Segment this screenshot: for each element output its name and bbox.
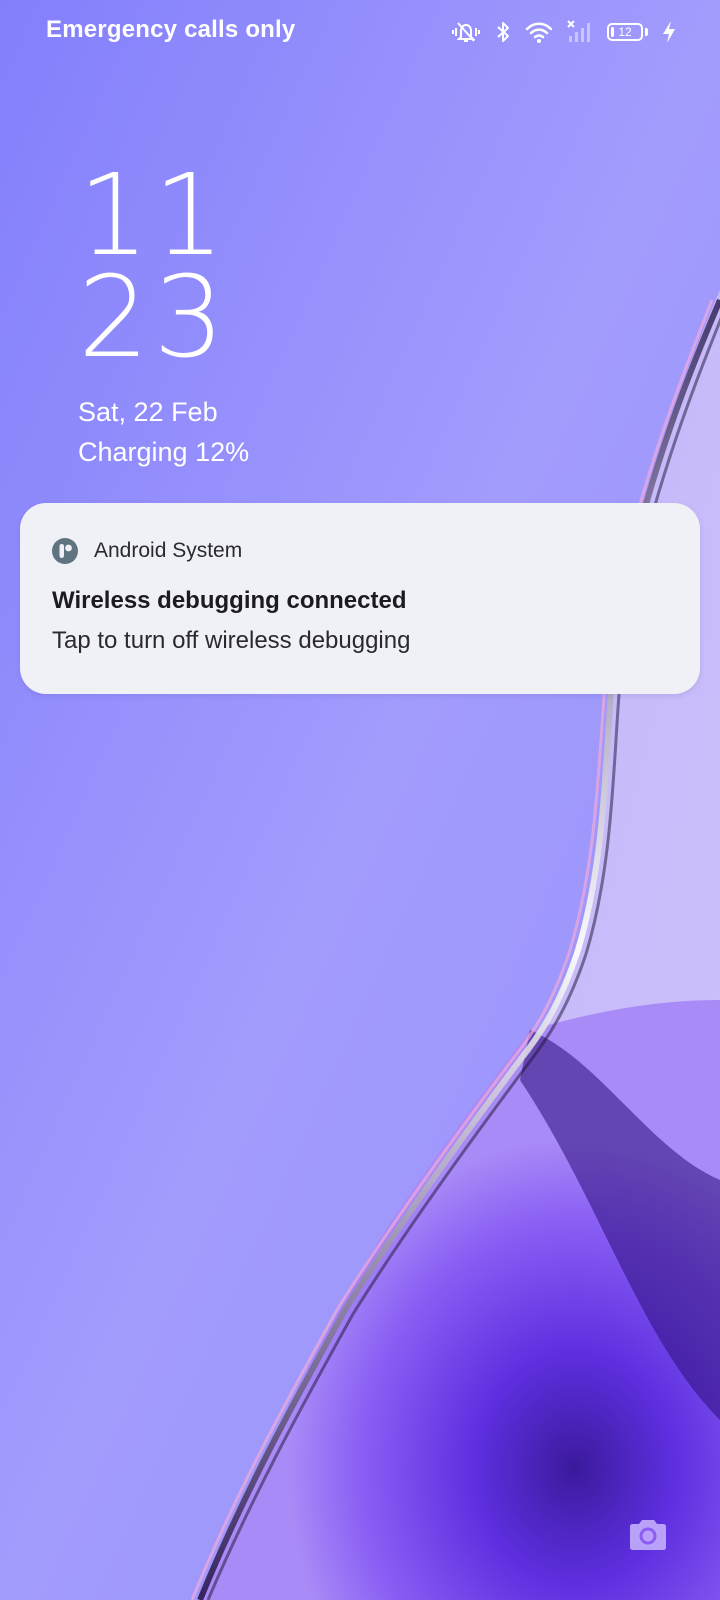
notification-wireless-debugging[interactable]: Android System Wireless debugging connec… — [20, 503, 700, 694]
clock-minute: 23 — [78, 253, 229, 383]
clock-hour: 11 — [78, 151, 229, 281]
bluetooth-icon — [495, 20, 511, 44]
vibrate-mute-icon — [451, 20, 481, 44]
status-bar: Emergency calls only 12 — [0, 0, 720, 64]
no-signal-icon — [567, 20, 593, 44]
date-block: Sat, 22 Feb Charging 12% — [78, 392, 249, 472]
charging-status: Charging 12% — [78, 437, 250, 467]
date-label: Sat, 22 Feb — [78, 397, 218, 427]
status-icons: 12 — [451, 18, 676, 46]
charging-bolt-icon — [662, 20, 676, 44]
notification-text: Tap to turn off wireless debugging — [52, 627, 411, 654]
camera-icon — [630, 1520, 666, 1550]
battery-cap — [645, 28, 648, 36]
battery-icon: 12 — [607, 23, 643, 41]
notification-header: Android System — [52, 538, 242, 564]
android-system-icon — [52, 538, 78, 564]
carrier-label: Emergency calls only — [46, 16, 296, 43]
lockscreen-clock: 11 23 — [78, 151, 229, 383]
notification-title: Wireless debugging connected — [52, 587, 407, 614]
notification-app-name: Android System — [94, 539, 243, 562]
wifi-icon — [525, 20, 553, 44]
battery-level: 12 — [618, 25, 632, 39]
camera-shortcut-button[interactable] — [628, 1514, 668, 1554]
